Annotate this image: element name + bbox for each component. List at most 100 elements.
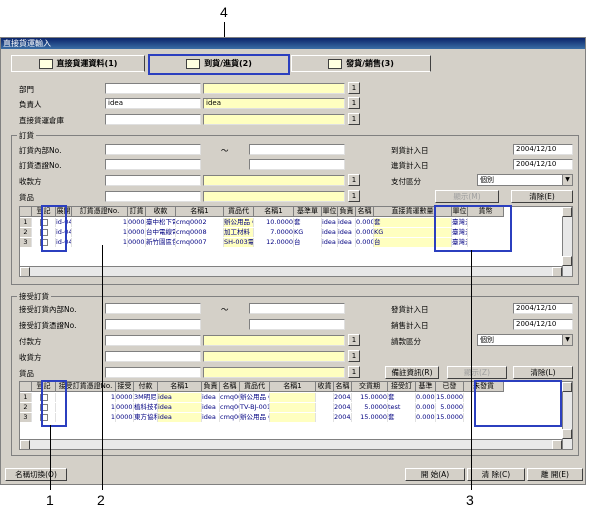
warehouse-code-field[interactable] [105,114,201,125]
receive-grid-cell[interactable]: idea [158,393,202,402]
receive-grid-cell[interactable]: idea [158,403,202,412]
receive-grid-cell[interactable]: 2004/12/10 [334,403,352,412]
order-grid-col-header[interactable]: 名稱 [356,207,374,217]
order-grid-cell[interactable]: 台中電線電纜 [146,228,176,237]
receive-grid-cell[interactable]: 5.0000 [352,403,388,412]
receive-grid-cell[interactable]: idea [158,413,202,422]
order-grid-cell[interactable]: 新竹園區包裝 [146,238,176,247]
shipto-code-field[interactable] [105,351,201,362]
receive-no-to[interactable] [249,303,345,314]
order-grid-cell[interactable]: 0.0000 [356,218,374,227]
clear-receive-button[interactable]: 清除(L) [513,366,573,379]
receive-grid-col-header[interactable]: 負責 [202,382,220,392]
receive-grid-col-header[interactable]: 名稱1 [158,382,202,392]
show-receive-button[interactable]: 顯示(Z) [447,366,507,379]
order-grid-col-header[interactable]: 訂貨 [128,207,146,217]
receive-grid-cell[interactable]: cmq0002 [220,393,240,402]
tab-shipment-sales[interactable]: 發貨/銷售(3) [291,55,431,72]
receive-grid-cell[interactable]: 辦公用品 GF [240,393,270,402]
ship-date-field[interactable]: 2004/12/10 [513,303,573,314]
receive-grid-cell[interactable]: test [388,403,416,412]
order-grid-cell[interactable]: 1 [72,238,128,247]
receive-grid-cell[interactable] [270,413,316,422]
order-no-to[interactable] [249,144,345,155]
order-grid-cell[interactable]: 10.0000 [254,218,294,227]
receive-grid-cell[interactable]: idea [202,413,220,422]
receive-grid-cell[interactable]: 2004/11/19 [334,413,352,422]
scroll-down-icon[interactable] [562,256,572,266]
order-grid-cell[interactable]: idea [322,238,338,247]
receive-grid-cell[interactable] [270,403,316,412]
goods-lookup-button[interactable]: 1 [348,190,360,202]
scroll-right-icon[interactable] [552,267,562,276]
order-grid-cell[interactable]: 1 [72,228,128,237]
tab-direct-shipment-data[interactable]: 直接貨運資料(1) [11,55,145,72]
sale-date-field[interactable]: 2004/12/10 [513,319,573,330]
order-grid-cell[interactable]: idea [322,228,338,237]
warehouse-lookup-button[interactable]: 1 [348,113,360,125]
order-grid-cell[interactable]: SH-003電腦 [224,238,254,247]
scroll-down-icon[interactable] [562,429,572,439]
order-grid-cell[interactable]: idea [322,218,338,227]
order-no-from[interactable] [105,144,201,155]
order-grid-cell[interactable]: 台 [294,238,322,247]
dept-code-field[interactable] [105,83,201,94]
receive-grid-cell[interactable]: cmq0002 [220,413,240,422]
receiver-lookup-button[interactable]: 1 [348,174,360,186]
order-grid-cell[interactable]: cmq0008 [176,228,224,237]
order-grid-cell[interactable]: idea [338,218,356,227]
receive-grid-col-header[interactable]: 已發 [436,382,464,392]
scroll-left-icon[interactable] [20,440,30,449]
receive-grid-col-header[interactable]: 名稱1 [270,382,316,392]
arrival-date-field[interactable]: 2004/12/10 [513,144,573,155]
receive-grid-cell[interactable]: 15.0000 [352,413,388,422]
owner-lookup-button[interactable]: 1 [348,97,360,109]
order-grid-col-header[interactable]: 訂貨憑證No. [72,207,128,217]
payer-lookup-button[interactable]: 1 [348,334,360,346]
order-grid-cell[interactable]: cmq0002 [176,218,224,227]
receive-grid-cell[interactable]: 000001 [116,393,134,402]
bill-type-select[interactable]: 個別 ▼ [477,334,573,346]
clear-order-button[interactable]: 清除(E) [511,190,573,203]
receive-grid-cell[interactable] [270,393,316,402]
receive-goods-code[interactable] [105,367,201,378]
receive-grid-cell[interactable] [316,393,334,402]
order-ref-to[interactable] [249,159,345,170]
order-grid-cell[interactable]: 0.0000 [356,228,374,237]
receive-grid-cell[interactable]: 0.0000 [416,413,436,422]
receive-grid-col-header[interactable]: 付款 [134,382,158,392]
scroll-right-icon[interactable] [552,440,562,449]
receive-goods-lookup-button[interactable]: 1 [348,366,360,378]
receive-grid-cell[interactable]: TV-BJ-001 [240,403,270,412]
receive-grid-cell[interactable]: 植科技有限公 [134,403,158,412]
order-grid-cell[interactable]: 臺中松下電子 [146,218,176,227]
receive-grid-col-header[interactable]: 名稱 [334,382,352,392]
receive-grid-cell[interactable] [316,403,334,412]
receive-grid-cell[interactable]: 15.0000 [436,413,464,422]
receive-grid-cell[interactable]: 東方協和塑料 [134,413,158,422]
receive-grid-cell[interactable]: 0.0000 [416,393,436,402]
order-grid-cell[interactable]: cmq0007 [176,238,224,247]
owner-code-field[interactable]: idea [105,98,201,109]
receive-grid-cell[interactable]: 15.0000 [436,393,464,402]
order-grid-cell[interactable]: 套 [294,218,322,227]
receive-grid-cell[interactable]: 000027 [116,403,134,412]
receive-grid-cell[interactable]: idea [202,403,220,412]
order-grid-cell[interactable]: idea [338,228,356,237]
order-grid-cell[interactable]: 000026 [128,218,146,227]
order-grid-cell[interactable]: KG [294,228,322,237]
order-grid-col-header[interactable]: 單位 [322,207,338,217]
receive-ref-to[interactable] [249,319,345,330]
receive-grid-cell[interactable]: 套 [388,393,416,402]
receive-grid-cell[interactable]: cmq003 [220,403,240,412]
order-grid-cell[interactable]: 加工材料 [224,228,254,237]
receive-grid-cell[interactable]: 000048 [116,413,134,422]
order-grid-cell[interactable]: 辦公用品 GF [224,218,254,227]
order-grid-cell[interactable]: 000037 [128,238,146,247]
receive-grid-cell[interactable]: 3M明尼蘇達礦 [134,393,158,402]
receive-grid-vscrollbar[interactable] [562,382,572,449]
receive-grid-cell[interactable]: idea [202,393,220,402]
order-grid-col-header[interactable]: 名稱1 [254,207,294,217]
receive-grid-cell[interactable]: 5.0000 [436,403,464,412]
payer-code-field[interactable] [105,335,201,346]
